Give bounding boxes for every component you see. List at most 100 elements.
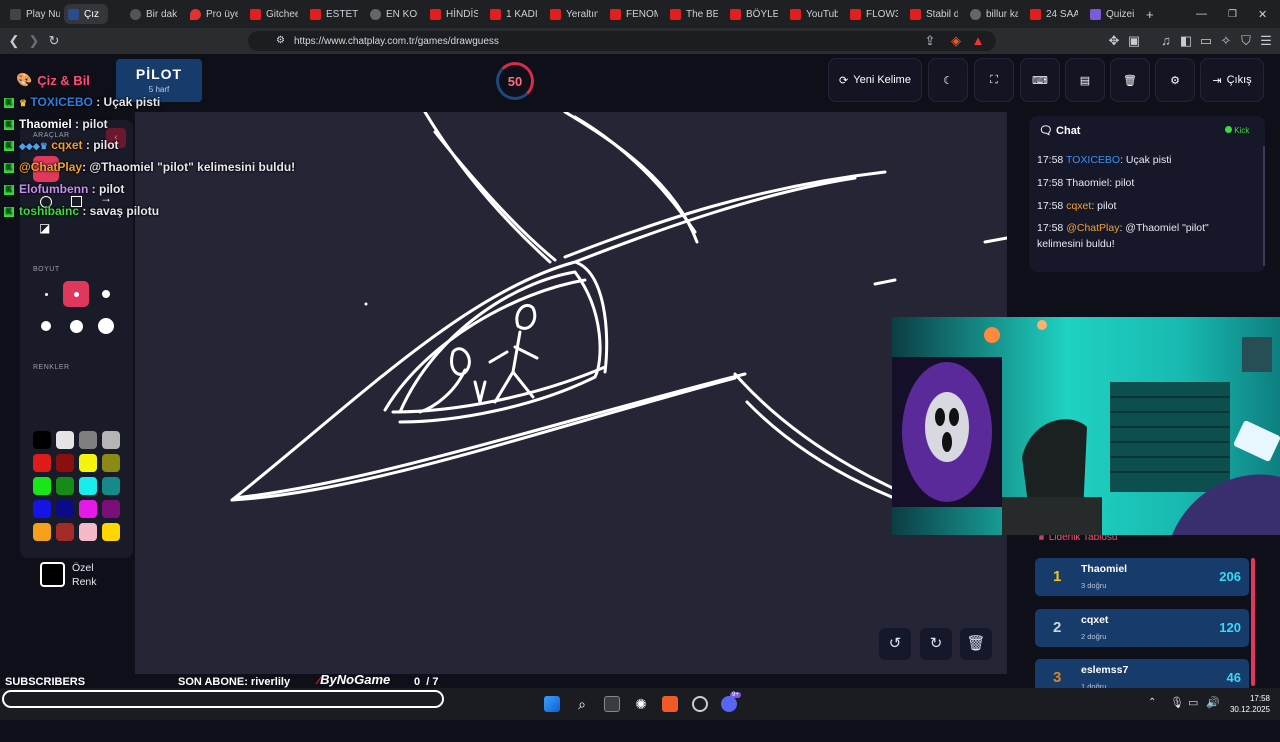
- rewards-icon[interactable]: ▲: [970, 33, 986, 49]
- logout-icon: ⇥: [1212, 74, 1222, 87]
- close-icon[interactable]: ✕: [107, 9, 108, 20]
- tab[interactable]: Stabil d: [910, 4, 958, 24]
- tab[interactable]: Bir dakı: [130, 4, 178, 24]
- tab[interactable]: HİNDİS: [430, 4, 478, 24]
- color-swatch[interactable]: [33, 454, 51, 472]
- wallet-icon[interactable]: ▭: [1198, 33, 1214, 49]
- minimize-icon[interactable]: —: [1196, 4, 1208, 24]
- keyboard-button[interactable]: ⌨: [1020, 58, 1060, 102]
- fullscreen-button[interactable]: ⛶: [974, 58, 1014, 102]
- chat-bubble-icon: 🗨: [1039, 125, 1053, 137]
- close-window-icon[interactable]: ✕: [1258, 4, 1270, 24]
- volume-icon[interactable]: 🔊: [1206, 696, 1220, 709]
- custom-color-swatch[interactable]: [40, 562, 65, 587]
- clear-canvas-button[interactable]: 🗑: [960, 628, 992, 660]
- brush-size-6[interactable]: [93, 313, 119, 339]
- theme-toggle-button[interactable]: ☾: [928, 58, 968, 102]
- color-swatch[interactable]: [33, 431, 51, 449]
- settings-button[interactable]: ⚙: [1155, 58, 1195, 102]
- brush-size-4[interactable]: [33, 313, 59, 339]
- tab-active[interactable]: Çız✕: [64, 4, 108, 24]
- address-field[interactable]: ⚙ https://www.chatplay.com.tr/games/draw…: [248, 31, 996, 51]
- reload-icon[interactable]: ↻: [46, 33, 62, 49]
- color-swatch[interactable]: [56, 523, 74, 541]
- microphone-icon[interactable]: 🎙: [1170, 696, 1184, 709]
- color-swatch[interactable]: [102, 500, 120, 518]
- tab[interactable]: 1 KADI: [490, 4, 538, 24]
- tab[interactable]: Gitchee: [250, 4, 298, 24]
- archive-button[interactable]: ▤: [1065, 58, 1105, 102]
- tab[interactable]: Quizei: [1090, 4, 1138, 24]
- color-swatch[interactable]: [102, 523, 120, 541]
- favicon-icon: [1090, 8, 1101, 20]
- extensions-icon[interactable]: ✥: [1106, 33, 1122, 49]
- brush-size-1[interactable]: [33, 281, 59, 307]
- exit-button[interactable]: ⇥ Çıkış: [1200, 58, 1264, 102]
- drawing-canvas[interactable]: ↺ ↻ 🗑: [135, 112, 1007, 675]
- brave-browser-icon[interactable]: [662, 696, 678, 712]
- color-swatch[interactable]: [56, 500, 74, 518]
- tab[interactable]: 24 SAA: [1030, 4, 1078, 24]
- vpn-icon[interactable]: ⛉: [1238, 33, 1254, 49]
- task-view-icon[interactable]: [604, 696, 620, 712]
- search-icon[interactable]: ⌕: [574, 696, 590, 712]
- sidebar-icon[interactable]: ◧: [1178, 33, 1194, 49]
- custom-color-label[interactable]: Özel Renk: [72, 561, 97, 589]
- screenshot-icon[interactable]: ▣: [1126, 33, 1142, 49]
- tab[interactable]: Pro üye: [190, 4, 238, 24]
- menu-icon[interactable]: ☰: [1258, 33, 1274, 49]
- tab[interactable]: FENOM: [610, 4, 658, 24]
- tab[interactable]: YouTub: [790, 4, 838, 24]
- leaderboard-scrollbar[interactable]: [1251, 558, 1255, 686]
- color-swatch[interactable]: [33, 477, 51, 495]
- tab[interactable]: Yeraltın: [550, 4, 598, 24]
- tab[interactable]: BÖYLE Y: [730, 4, 778, 24]
- color-swatch[interactable]: [79, 500, 97, 518]
- forward-icon[interactable]: ❯: [26, 33, 42, 49]
- brush-size-5[interactable]: [63, 313, 89, 339]
- tab[interactable]: ESTETİ: [310, 4, 358, 24]
- color-swatch[interactable]: [102, 454, 120, 472]
- brush-size-3[interactable]: [93, 281, 119, 307]
- windows-start-icon[interactable]: [544, 696, 560, 712]
- chatgpt-icon[interactable]: ✺: [633, 696, 649, 712]
- color-swatch[interactable]: [79, 454, 97, 472]
- color-swatch[interactable]: [33, 500, 51, 518]
- tab[interactable]: EN KOM: [370, 4, 418, 24]
- color-swatch[interactable]: [56, 454, 74, 472]
- brave-shield-icon[interactable]: ◈: [948, 33, 964, 49]
- tray-chevron-icon[interactable]: ⌃: [1148, 697, 1156, 708]
- redo-button[interactable]: ↻: [920, 628, 952, 660]
- discord-icon[interactable]: [721, 696, 737, 712]
- tab[interactable]: billur ka: [970, 4, 1018, 24]
- share-icon[interactable]: ⇪: [922, 33, 938, 49]
- tab[interactable]: Play Nu: [10, 4, 60, 24]
- color-swatch[interactable]: [56, 431, 74, 449]
- chat-scrollbar[interactable]: [1263, 146, 1265, 266]
- maximize-icon[interactable]: ❐: [1228, 4, 1240, 24]
- new-tab-button[interactable]: +: [1146, 4, 1158, 24]
- brand[interactable]: 🎨 Çiz & Bil: [16, 72, 90, 88]
- brush-size-2[interactable]: [63, 281, 89, 307]
- color-swatch[interactable]: [79, 477, 97, 495]
- color-swatch[interactable]: [79, 523, 97, 541]
- network-icon[interactable]: ▭: [1188, 696, 1198, 709]
- new-word-button[interactable]: ⟳ Yeni Kelime: [828, 58, 922, 102]
- color-swatch[interactable]: [102, 431, 120, 449]
- media-icon[interactable]: ♫: [1158, 33, 1174, 49]
- leo-icon[interactable]: ✧: [1218, 33, 1234, 49]
- color-swatch[interactable]: [102, 477, 120, 495]
- site-info-icon[interactable]: ⚙: [276, 35, 285, 46]
- colors-section-label: RENKLER: [33, 364, 70, 371]
- fill-bucket-icon[interactable]: ◪: [39, 221, 50, 235]
- back-icon[interactable]: ❮: [6, 33, 22, 49]
- tab[interactable]: FLOW3: [850, 4, 898, 24]
- clock[interactable]: 17:58 30.12.2025: [1226, 693, 1270, 715]
- delete-button[interactable]: 🗑: [1110, 58, 1150, 102]
- color-swatch[interactable]: [56, 477, 74, 495]
- color-swatch[interactable]: [79, 431, 97, 449]
- tab[interactable]: The BES: [670, 4, 718, 24]
- color-swatch[interactable]: [33, 523, 51, 541]
- obs-icon[interactable]: [692, 696, 708, 712]
- undo-button[interactable]: ↺: [879, 628, 911, 660]
